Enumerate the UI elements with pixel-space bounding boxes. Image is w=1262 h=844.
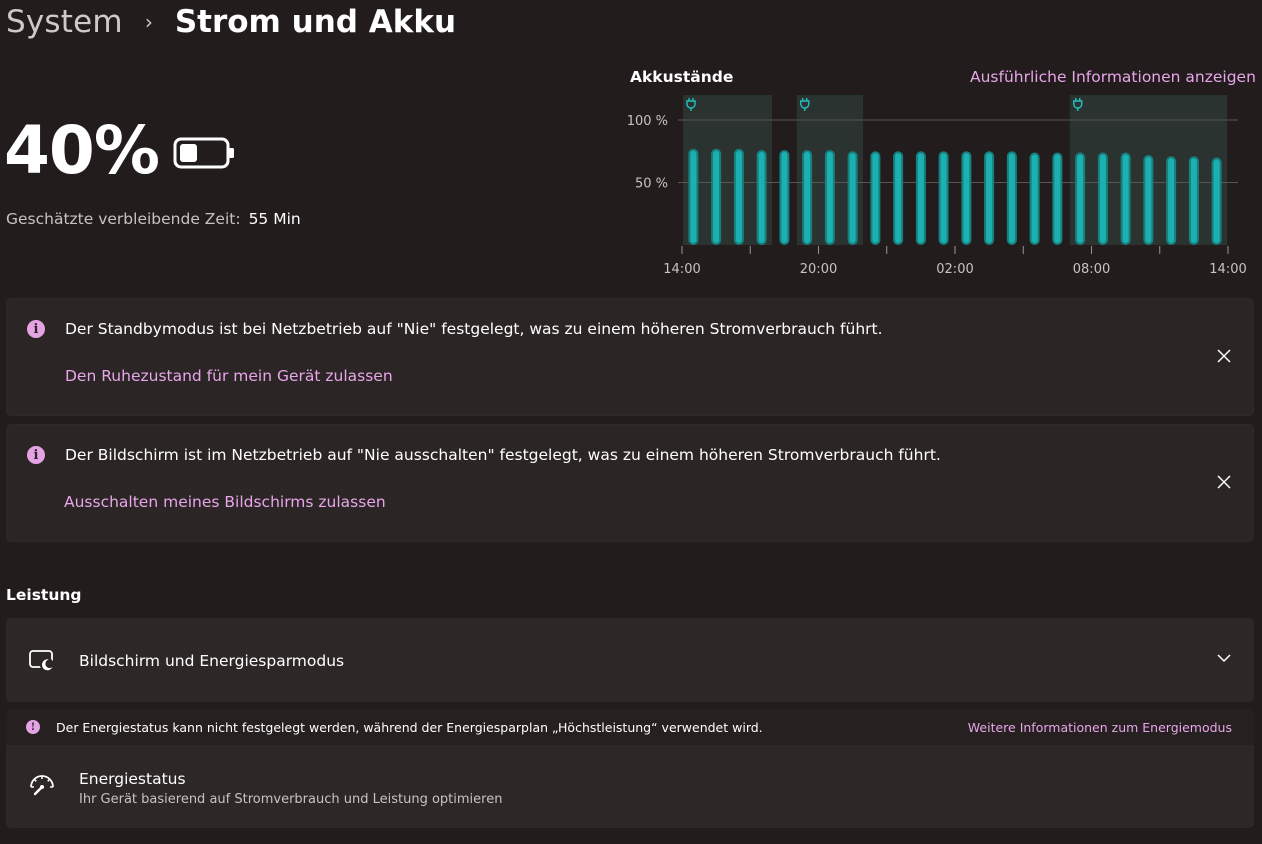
battery-bar-highlight [1077,154,1084,243]
energy-status-row: Energiestatus Ihr Gerät basierend auf St… [6,745,1254,828]
close-icon [1217,349,1231,363]
battery-bar-highlight [1008,153,1015,243]
battery-levels-title: Akkustände [630,68,734,86]
battery-bar-highlight [1145,157,1152,243]
battery-bar-highlight [713,150,720,243]
x-tick-label: 02:00 [936,262,973,277]
notification-message: Der Standbymodus ist bei Netzbetrieb auf… [65,320,883,338]
x-tick-label: 14:00 [663,262,700,277]
battery-percentage: 40% [4,112,160,189]
remaining-time-value: 55 Min [248,210,301,228]
battery-bar-highlight [758,152,765,243]
performance-heading: Leistung [6,586,82,604]
close-notification-button[interactable] [1209,467,1239,497]
settings-page: System › Strom und Akku 40% Geschätzte v… [0,0,1262,844]
info-icon: ! [26,720,40,734]
info-icon: i [27,446,45,464]
battery-levels-chart: 100 % 50 % 14:00 20:00 02:00 08:00 14:00 [627,95,1247,277]
battery-bar-highlight [849,153,856,243]
chevron-down-icon[interactable] [1214,648,1234,668]
notification-message: Der Bildschirm ist im Netzbetrieb auf "N… [65,446,941,464]
battery-bar-highlight [1031,154,1038,243]
battery-bar-highlight [690,150,697,243]
breadcrumb: System › Strom und Akku [6,0,456,44]
battery-bar-highlight [895,153,902,243]
y-tick-label: 50 % [635,177,668,192]
estimated-remaining-time: Geschätzte verbleibende Zeit: 55 Min [6,210,301,228]
allow-screen-off-link[interactable]: Ausschalten meines Bildschirms zulassen [64,493,386,511]
battery-bar-highlight [781,152,788,243]
energy-status-title: Energiestatus [79,770,186,788]
battery-bar-highlight [1190,158,1197,243]
battery-icon [173,137,234,169]
battery-bar-highlight [826,152,833,243]
battery-bar-highlight [963,153,970,243]
battery-bar-highlight [735,150,742,243]
x-tick-label: 14:00 [1209,262,1246,277]
screen-notification: i Der Bildschirm ist im Netzbetrieb auf … [6,424,1254,542]
breadcrumb-system[interactable]: System [6,4,123,40]
screen-and-sleep-row[interactable]: Bildschirm und Energiesparmodus [6,618,1254,702]
close-icon [1217,475,1231,489]
battery-bar-highlight [1054,154,1061,243]
battery-bar-highlight [804,152,811,243]
energy-mode-notice: ! Der Energiestatus kann nicht festgeleg… [6,709,1254,745]
battery-bar-highlight [872,153,879,243]
energy-mode-notice-text: Der Energiestatus kann nicht festgelegt … [56,720,763,735]
close-notification-button[interactable] [1209,341,1239,371]
breadcrumb-separator-icon: › [144,10,153,34]
detailed-info-link[interactable]: Ausführliche Informationen anzeigen [970,68,1256,86]
battery-bar-highlight [917,153,924,243]
allow-sleep-link[interactable]: Den Ruhezustand für mein Gerät zulassen [65,367,393,385]
page-title: Strom und Akku [174,4,457,40]
battery-bar-highlight [986,153,993,243]
energy-status-description: Ihr Gerät basierend auf Stromverbrauch u… [79,792,503,807]
screen-sleep-icon [29,650,54,672]
remaining-time-label: Geschätzte verbleibende Zeit: [6,210,241,228]
x-tick-label: 08:00 [1073,262,1110,277]
battery-bar-highlight [1168,158,1175,243]
info-icon: i [27,320,45,338]
battery-bar-highlight [940,153,947,243]
y-tick-label: 100 % [627,114,668,129]
gauge-icon [30,775,54,796]
screen-and-sleep-label: Bildschirm und Energiesparmodus [79,652,345,670]
battery-bar-highlight [1099,154,1106,243]
battery-bar-highlight [1213,159,1220,243]
battery-bar-highlight [1122,154,1129,243]
energy-mode-info-link[interactable]: Weitere Informationen zum Energiemodus [968,720,1232,735]
standby-notification: i Der Standbymodus ist bei Netzbetrieb a… [6,298,1254,416]
battery-fill [180,144,197,162]
x-tick-label: 20:00 [800,262,837,277]
